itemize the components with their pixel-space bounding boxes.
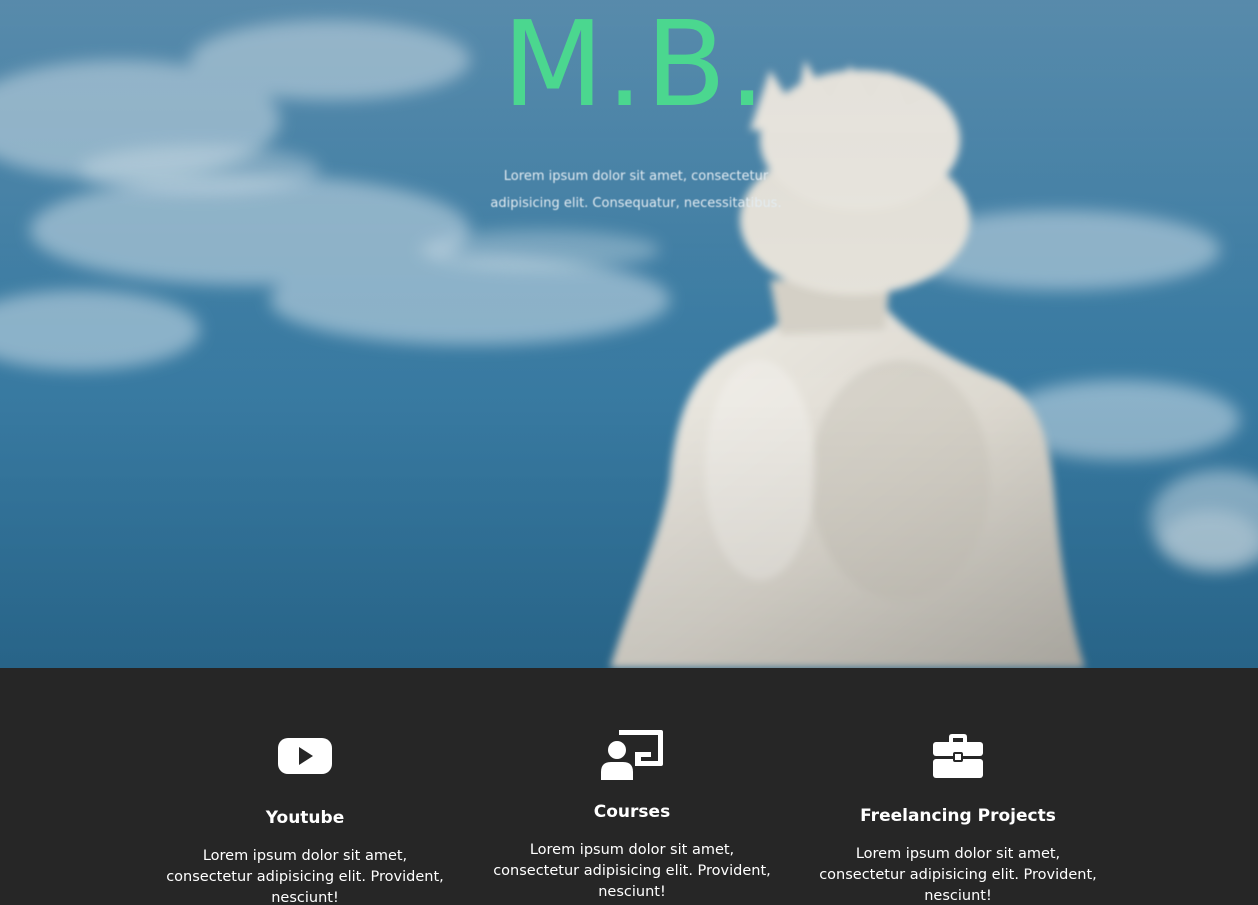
- landing-page: M.B. Lorem ipsum dolor sit amet, consect…: [0, 0, 1258, 905]
- feature-title: Youtube: [265, 808, 345, 828]
- hero-tagline: Lorem ipsum dolor sit amet, consectetur …: [490, 169, 782, 211]
- feature-card-freelancing: Freelancing Projects Lorem ipsum dolor s…: [808, 730, 1108, 905]
- feature-title: Courses: [593, 802, 671, 822]
- feature-description: Lorem ipsum dolor sit amet, consectetur …: [166, 848, 444, 905]
- feature-card-courses: Courses Lorem ipsum dolor sit amet, cons…: [482, 730, 782, 903]
- chalkboard-teacher-icon: [482, 730, 782, 780]
- hero-section: M.B. Lorem ipsum dolor sit amet, consect…: [0, 0, 1258, 668]
- feature-description: Lorem ipsum dolor sit amet, consectetur …: [819, 846, 1097, 904]
- youtube-icon: [155, 736, 455, 786]
- feature-card-youtube: Youtube Lorem ipsum dolor sit amet, cons…: [155, 730, 455, 905]
- feature-title: Freelancing Projects: [860, 806, 1056, 826]
- features-section: Youtube Lorem ipsum dolor sit amet, cons…: [0, 668, 1258, 905]
- site-logo[interactable]: M.B.: [0, 4, 1258, 124]
- briefcase-icon: [808, 734, 1108, 784]
- feature-description: Lorem ipsum dolor sit amet, consectetur …: [493, 842, 771, 900]
